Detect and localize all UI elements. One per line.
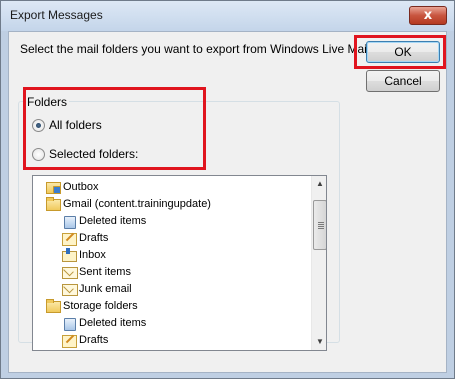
tree-item-label: Gmail (content.trainingupdate) xyxy=(63,197,211,210)
sent-folder-icon xyxy=(61,265,78,279)
tree-item-storage-folders[interactable]: Storage folders xyxy=(45,297,138,314)
tree-item-inbox[interactable]: Inbox xyxy=(61,246,106,263)
ok-highlight-annotation xyxy=(354,35,446,69)
drafts-icon xyxy=(61,231,77,246)
title-bar[interactable]: Export Messages x xyxy=(1,1,454,31)
tree-item-drafts[interactable]: Drafts xyxy=(61,229,108,246)
close-button[interactable]: x xyxy=(409,6,447,25)
dialog-body: Select the mail folders you want to expo… xyxy=(8,31,447,373)
grip-icon xyxy=(318,222,324,229)
tree-item-label: Outbox xyxy=(63,180,99,193)
cancel-button[interactable]: Cancel xyxy=(366,70,440,92)
tree-item-outbox[interactable]: Outbox xyxy=(45,178,98,195)
mail-account-icon xyxy=(45,196,61,211)
folders-highlight-annotation xyxy=(23,87,206,170)
tree-item-label: Deleted items xyxy=(79,316,147,329)
tree-item-deleted-items[interactable]: Deleted items xyxy=(61,212,146,229)
tree-item-junk-email[interactable]: Junk email xyxy=(61,280,132,297)
trash-icon xyxy=(61,316,77,331)
tree-item-label: Deleted items xyxy=(79,214,147,227)
scrollbar-thumb[interactable] xyxy=(313,200,326,250)
tree-item-gmail-account[interactable]: Gmail (content.trainingupdate) xyxy=(45,195,211,212)
inbox-icon xyxy=(61,247,77,262)
outbox-folder-icon xyxy=(45,180,61,194)
trash-icon xyxy=(61,214,77,229)
folder-tree[interactable]: Outbox Gmail (content.trainingupdate) De… xyxy=(32,175,327,351)
dialog-title: Export Messages xyxy=(10,8,103,22)
tree-item-storage-drafts[interactable]: Drafts xyxy=(61,331,108,348)
drafts-icon xyxy=(61,333,77,348)
close-icon: x xyxy=(423,8,433,23)
tree-item-label: Storage folders xyxy=(63,299,138,312)
tree-item-label: Junk email xyxy=(79,282,132,295)
tree-scrollbar[interactable]: ▲ ▼ xyxy=(311,176,326,350)
scroll-up-arrow-icon[interactable]: ▲ xyxy=(312,176,326,192)
tree-item-sent-items[interactable]: Sent items xyxy=(61,263,131,280)
tree-item-label: Inbox xyxy=(79,248,106,261)
tree-item-storage-deleted-items[interactable]: Deleted items xyxy=(61,314,146,331)
tree-item-label: Sent items xyxy=(79,265,131,278)
folder-icon xyxy=(45,298,61,313)
scroll-down-arrow-icon[interactable]: ▼ xyxy=(312,334,326,350)
tree-item-label: Drafts xyxy=(79,231,109,244)
tree-item-label: Drafts xyxy=(79,333,109,346)
junk-folder-icon xyxy=(61,282,78,296)
export-messages-dialog: Export Messages x Select the mail folder… xyxy=(0,0,455,379)
instruction-text: Select the mail folders you want to expo… xyxy=(20,42,373,56)
